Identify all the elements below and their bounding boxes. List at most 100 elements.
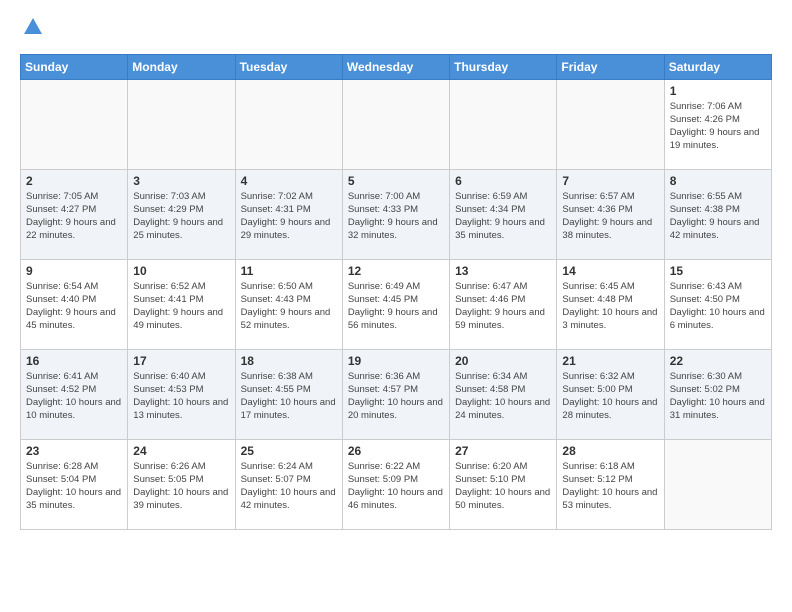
day-number: 1 (670, 84, 766, 98)
day-number: 14 (562, 264, 658, 278)
day-info: Sunrise: 6:57 AM Sunset: 4:36 PM Dayligh… (562, 190, 658, 243)
day-number: 16 (26, 354, 122, 368)
calendar-cell: 3 Sunrise: 7:03 AM Sunset: 4:29 PM Daylig… (128, 169, 235, 259)
day-info: Sunrise: 6:55 AM Sunset: 4:38 PM Dayligh… (670, 190, 766, 243)
calendar-table: SundayMondayTuesdayWednesdayThursdayFrid… (20, 54, 772, 530)
calendar-cell: 16 Sunrise: 6:41 AM Sunset: 4:52 PM Dayli… (21, 349, 128, 439)
day-number: 3 (133, 174, 229, 188)
header (20, 16, 772, 44)
day-number: 2 (26, 174, 122, 188)
day-info: Sunrise: 6:49 AM Sunset: 4:45 PM Dayligh… (348, 280, 444, 333)
calendar-cell: 28 Sunrise: 6:18 AM Sunset: 5:12 PM Dayli… (557, 439, 664, 529)
weekday-header-saturday: Saturday (664, 54, 771, 79)
day-info: Sunrise: 7:00 AM Sunset: 4:33 PM Dayligh… (348, 190, 444, 243)
day-info: Sunrise: 7:05 AM Sunset: 4:27 PM Dayligh… (26, 190, 122, 243)
calendar-cell (128, 79, 235, 169)
day-info: Sunrise: 6:26 AM Sunset: 5:05 PM Dayligh… (133, 460, 229, 513)
day-info: Sunrise: 6:18 AM Sunset: 5:12 PM Dayligh… (562, 460, 658, 513)
weekday-header-friday: Friday (557, 54, 664, 79)
day-info: Sunrise: 6:50 AM Sunset: 4:43 PM Dayligh… (241, 280, 337, 333)
calendar-cell: 20 Sunrise: 6:34 AM Sunset: 4:58 PM Dayli… (450, 349, 557, 439)
weekday-header-wednesday: Wednesday (342, 54, 449, 79)
day-info: Sunrise: 6:54 AM Sunset: 4:40 PM Dayligh… (26, 280, 122, 333)
weekday-header-row: SundayMondayTuesdayWednesdayThursdayFrid… (21, 54, 772, 79)
day-number: 7 (562, 174, 658, 188)
logo (20, 16, 44, 44)
day-number: 11 (241, 264, 337, 278)
day-info: Sunrise: 6:52 AM Sunset: 4:41 PM Dayligh… (133, 280, 229, 333)
day-number: 25 (241, 444, 337, 458)
calendar-cell: 27 Sunrise: 6:20 AM Sunset: 5:10 PM Dayli… (450, 439, 557, 529)
day-info: Sunrise: 6:34 AM Sunset: 4:58 PM Dayligh… (455, 370, 551, 423)
day-number: 28 (562, 444, 658, 458)
calendar-week-row: 2 Sunrise: 7:05 AM Sunset: 4:27 PM Daylig… (21, 169, 772, 259)
calendar-cell: 17 Sunrise: 6:40 AM Sunset: 4:53 PM Dayli… (128, 349, 235, 439)
day-info: Sunrise: 6:43 AM Sunset: 4:50 PM Dayligh… (670, 280, 766, 333)
weekday-header-sunday: Sunday (21, 54, 128, 79)
calendar-cell: 10 Sunrise: 6:52 AM Sunset: 4:41 PM Dayli… (128, 259, 235, 349)
calendar-cell: 26Sunrise: 6:22 AM Sunset: 5:09 PM Dayli… (342, 439, 449, 529)
day-info: Sunrise: 6:28 AM Sunset: 5:04 PM Dayligh… (26, 460, 122, 513)
calendar-cell (235, 79, 342, 169)
day-info: Sunrise: 6:47 AM Sunset: 4:46 PM Dayligh… (455, 280, 551, 333)
calendar-cell: 4 Sunrise: 7:02 AM Sunset: 4:31 PM Daylig… (235, 169, 342, 259)
day-number: 12 (348, 264, 444, 278)
day-info: Sunrise: 6:36 AM Sunset: 4:57 PM Dayligh… (348, 370, 444, 423)
day-info: Sunrise: 6:24 AM Sunset: 5:07 PM Dayligh… (241, 460, 337, 513)
calendar-week-row: 16 Sunrise: 6:41 AM Sunset: 4:52 PM Dayli… (21, 349, 772, 439)
calendar-cell (664, 439, 771, 529)
day-info: Sunrise: 7:06 AM Sunset: 4:26 PM Dayligh… (670, 100, 766, 153)
calendar-cell: 5 Sunrise: 7:00 AM Sunset: 4:33 PM Daylig… (342, 169, 449, 259)
calendar-cell: 8 Sunrise: 6:55 AM Sunset: 4:38 PM Daylig… (664, 169, 771, 259)
calendar-week-row: 9 Sunrise: 6:54 AM Sunset: 4:40 PM Daylig… (21, 259, 772, 349)
calendar-cell: 14 Sunrise: 6:45 AM Sunset: 4:48 PM Dayli… (557, 259, 664, 349)
calendar-cell: 11 Sunrise: 6:50 AM Sunset: 4:43 PM Dayli… (235, 259, 342, 349)
calendar-cell: 9 Sunrise: 6:54 AM Sunset: 4:40 PM Daylig… (21, 259, 128, 349)
day-number: 17 (133, 354, 229, 368)
day-number: 13 (455, 264, 551, 278)
day-number: 4 (241, 174, 337, 188)
day-number: 5 (348, 174, 444, 188)
day-info: Sunrise: 6:32 AM Sunset: 5:00 PM Dayligh… (562, 370, 658, 423)
calendar-cell (21, 79, 128, 169)
calendar-cell: 25 Sunrise: 6:24 AM Sunset: 5:07 PM Dayli… (235, 439, 342, 529)
day-number: 8 (670, 174, 766, 188)
calendar-cell: 18Sunrise: 6:38 AM Sunset: 4:55 PM Dayli… (235, 349, 342, 439)
calendar-cell: 21 Sunrise: 6:32 AM Sunset: 5:00 PM Dayli… (557, 349, 664, 439)
day-number: 27 (455, 444, 551, 458)
day-number: 9 (26, 264, 122, 278)
calendar-cell: 22Sunrise: 6:30 AM Sunset: 5:02 PM Dayli… (664, 349, 771, 439)
day-number: 19 (348, 354, 444, 368)
day-info: Sunrise: 6:22 AM Sunset: 5:09 PM Dayligh… (348, 460, 444, 513)
calendar-cell: 1 Sunrise: 7:06 AM Sunset: 4:26 PM Daylig… (664, 79, 771, 169)
day-info: Sunrise: 6:41 AM Sunset: 4:52 PM Dayligh… (26, 370, 122, 423)
calendar-cell: 23 Sunrise: 6:28 AM Sunset: 5:04 PM Dayli… (21, 439, 128, 529)
calendar-cell: 6 Sunrise: 6:59 AM Sunset: 4:34 PM Daylig… (450, 169, 557, 259)
day-number: 15 (670, 264, 766, 278)
weekday-header-thursday: Thursday (450, 54, 557, 79)
day-info: Sunrise: 6:45 AM Sunset: 4:48 PM Dayligh… (562, 280, 658, 333)
day-number: 10 (133, 264, 229, 278)
calendar-cell: 12 Sunrise: 6:49 AM Sunset: 4:45 PM Dayli… (342, 259, 449, 349)
day-number: 21 (562, 354, 658, 368)
day-number: 23 (26, 444, 122, 458)
weekday-header-monday: Monday (128, 54, 235, 79)
calendar-cell (557, 79, 664, 169)
weekday-header-tuesday: Tuesday (235, 54, 342, 79)
calendar-cell: 2 Sunrise: 7:05 AM Sunset: 4:27 PM Daylig… (21, 169, 128, 259)
day-info: Sunrise: 6:30 AM Sunset: 5:02 PM Dayligh… (670, 370, 766, 423)
calendar-cell: 15 Sunrise: 6:43 AM Sunset: 4:50 PM Dayli… (664, 259, 771, 349)
day-number: 24 (133, 444, 229, 458)
day-info: Sunrise: 6:40 AM Sunset: 4:53 PM Dayligh… (133, 370, 229, 423)
logo-icon (22, 16, 44, 38)
calendar-week-row: 1 Sunrise: 7:06 AM Sunset: 4:26 PM Daylig… (21, 79, 772, 169)
day-info: Sunrise: 7:03 AM Sunset: 4:29 PM Dayligh… (133, 190, 229, 243)
day-info: Sunrise: 6:20 AM Sunset: 5:10 PM Dayligh… (455, 460, 551, 513)
day-number: 6 (455, 174, 551, 188)
calendar-cell (450, 79, 557, 169)
day-info: Sunrise: 7:02 AM Sunset: 4:31 PM Dayligh… (241, 190, 337, 243)
calendar-cell: 7 Sunrise: 6:57 AM Sunset: 4:36 PM Daylig… (557, 169, 664, 259)
day-number: 20 (455, 354, 551, 368)
page: SundayMondayTuesdayWednesdayThursdayFrid… (0, 0, 792, 546)
day-info: Sunrise: 6:59 AM Sunset: 4:34 PM Dayligh… (455, 190, 551, 243)
